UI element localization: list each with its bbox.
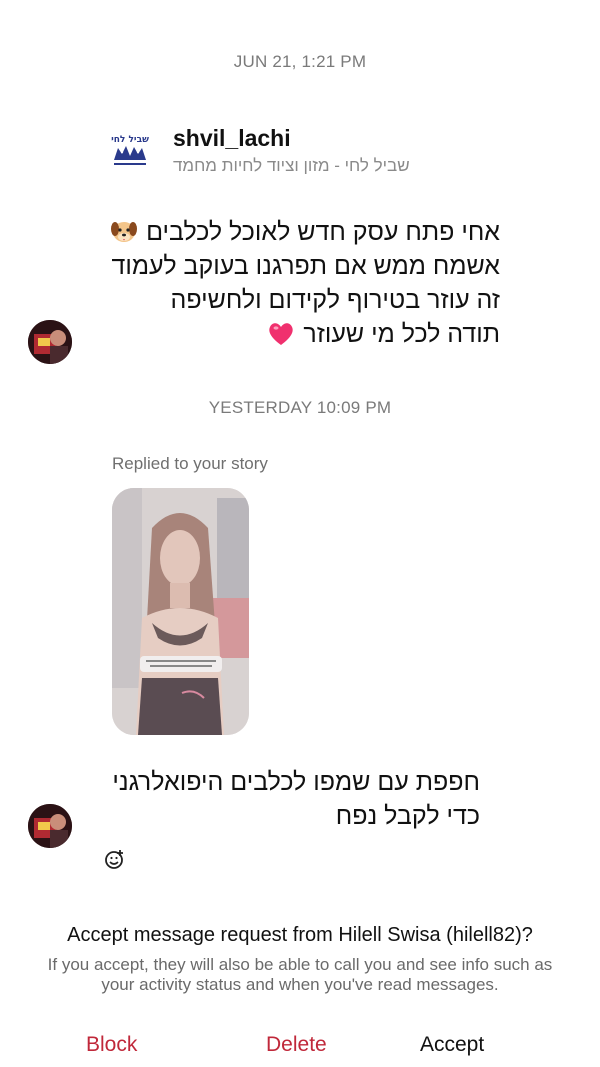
message-text: תודה לכל מי שעוזר: [303, 320, 500, 348]
message-line: כדי לקבל נפח: [335, 802, 480, 830]
timestamp-jun21: JUN 21, 1:21 PM: [233, 52, 367, 71]
message-text: אחי פתח עסק חדש לאוכל לכלבים: [146, 218, 500, 246]
delete-button[interactable]: Delete: [266, 1033, 327, 1057]
shared-profile-card[interactable]: שביל לחי shvil_lachi שביל לחי - מזון וצי…: [105, 118, 465, 188]
replied-to-story-label: Replied to your story: [112, 454, 268, 473]
message-request-description: If you accept, they will also be able to…: [47, 955, 553, 994]
sender-avatar[interactable]: [28, 320, 72, 364]
timestamp-yesterday: YESTERDAY 10:09 PM: [208, 398, 392, 417]
shared-profile-username: shvil_lachi: [173, 125, 291, 151]
shvil-lachi-logo-icon: שביל לחי: [111, 135, 149, 165]
message-line: אחי פתח עסק חדש לאוכל לכלבים: [100, 215, 500, 249]
pink-heart-emoji-icon: [269, 323, 294, 345]
dog-emoji-icon: [111, 222, 138, 242]
message-line: חפפת עם שמפו לכלבים היפואלרגני: [112, 768, 480, 796]
add-reaction-icon[interactable]: [104, 848, 126, 870]
message-line: זה עוזר בטירוף לקידום ולחשיפה: [170, 286, 500, 314]
message-request-title: Accept message request from Hilell Swisa…: [67, 924, 533, 946]
story-thumbnail[interactable]: [112, 488, 249, 735]
sender-avatar[interactable]: [28, 804, 72, 848]
previous-header-row: hilell82: [0, 0, 600, 8]
message-bubble-2[interactable]: חפפת עם שמפו לכלבים היפואלרגני כדי לקבל …: [100, 765, 480, 833]
accept-button[interactable]: Accept: [420, 1033, 484, 1057]
message-line: תודה לכל מי שעוזר: [100, 317, 500, 351]
shared-profile-subtitle: שביל לחי - מזון וציוד לחיות מחמד: [173, 156, 410, 175]
message-bubble-1[interactable]: אחי פתח עסק חדש לאוכל לכלבים אשמח ממש אם…: [100, 215, 500, 351]
svg-text:שביל לחי: שביל לחי: [111, 135, 149, 145]
message-line: אשמח ממש אם תפרגנו בעוקב לעמוד: [111, 252, 500, 280]
block-button[interactable]: Block: [86, 1033, 137, 1057]
